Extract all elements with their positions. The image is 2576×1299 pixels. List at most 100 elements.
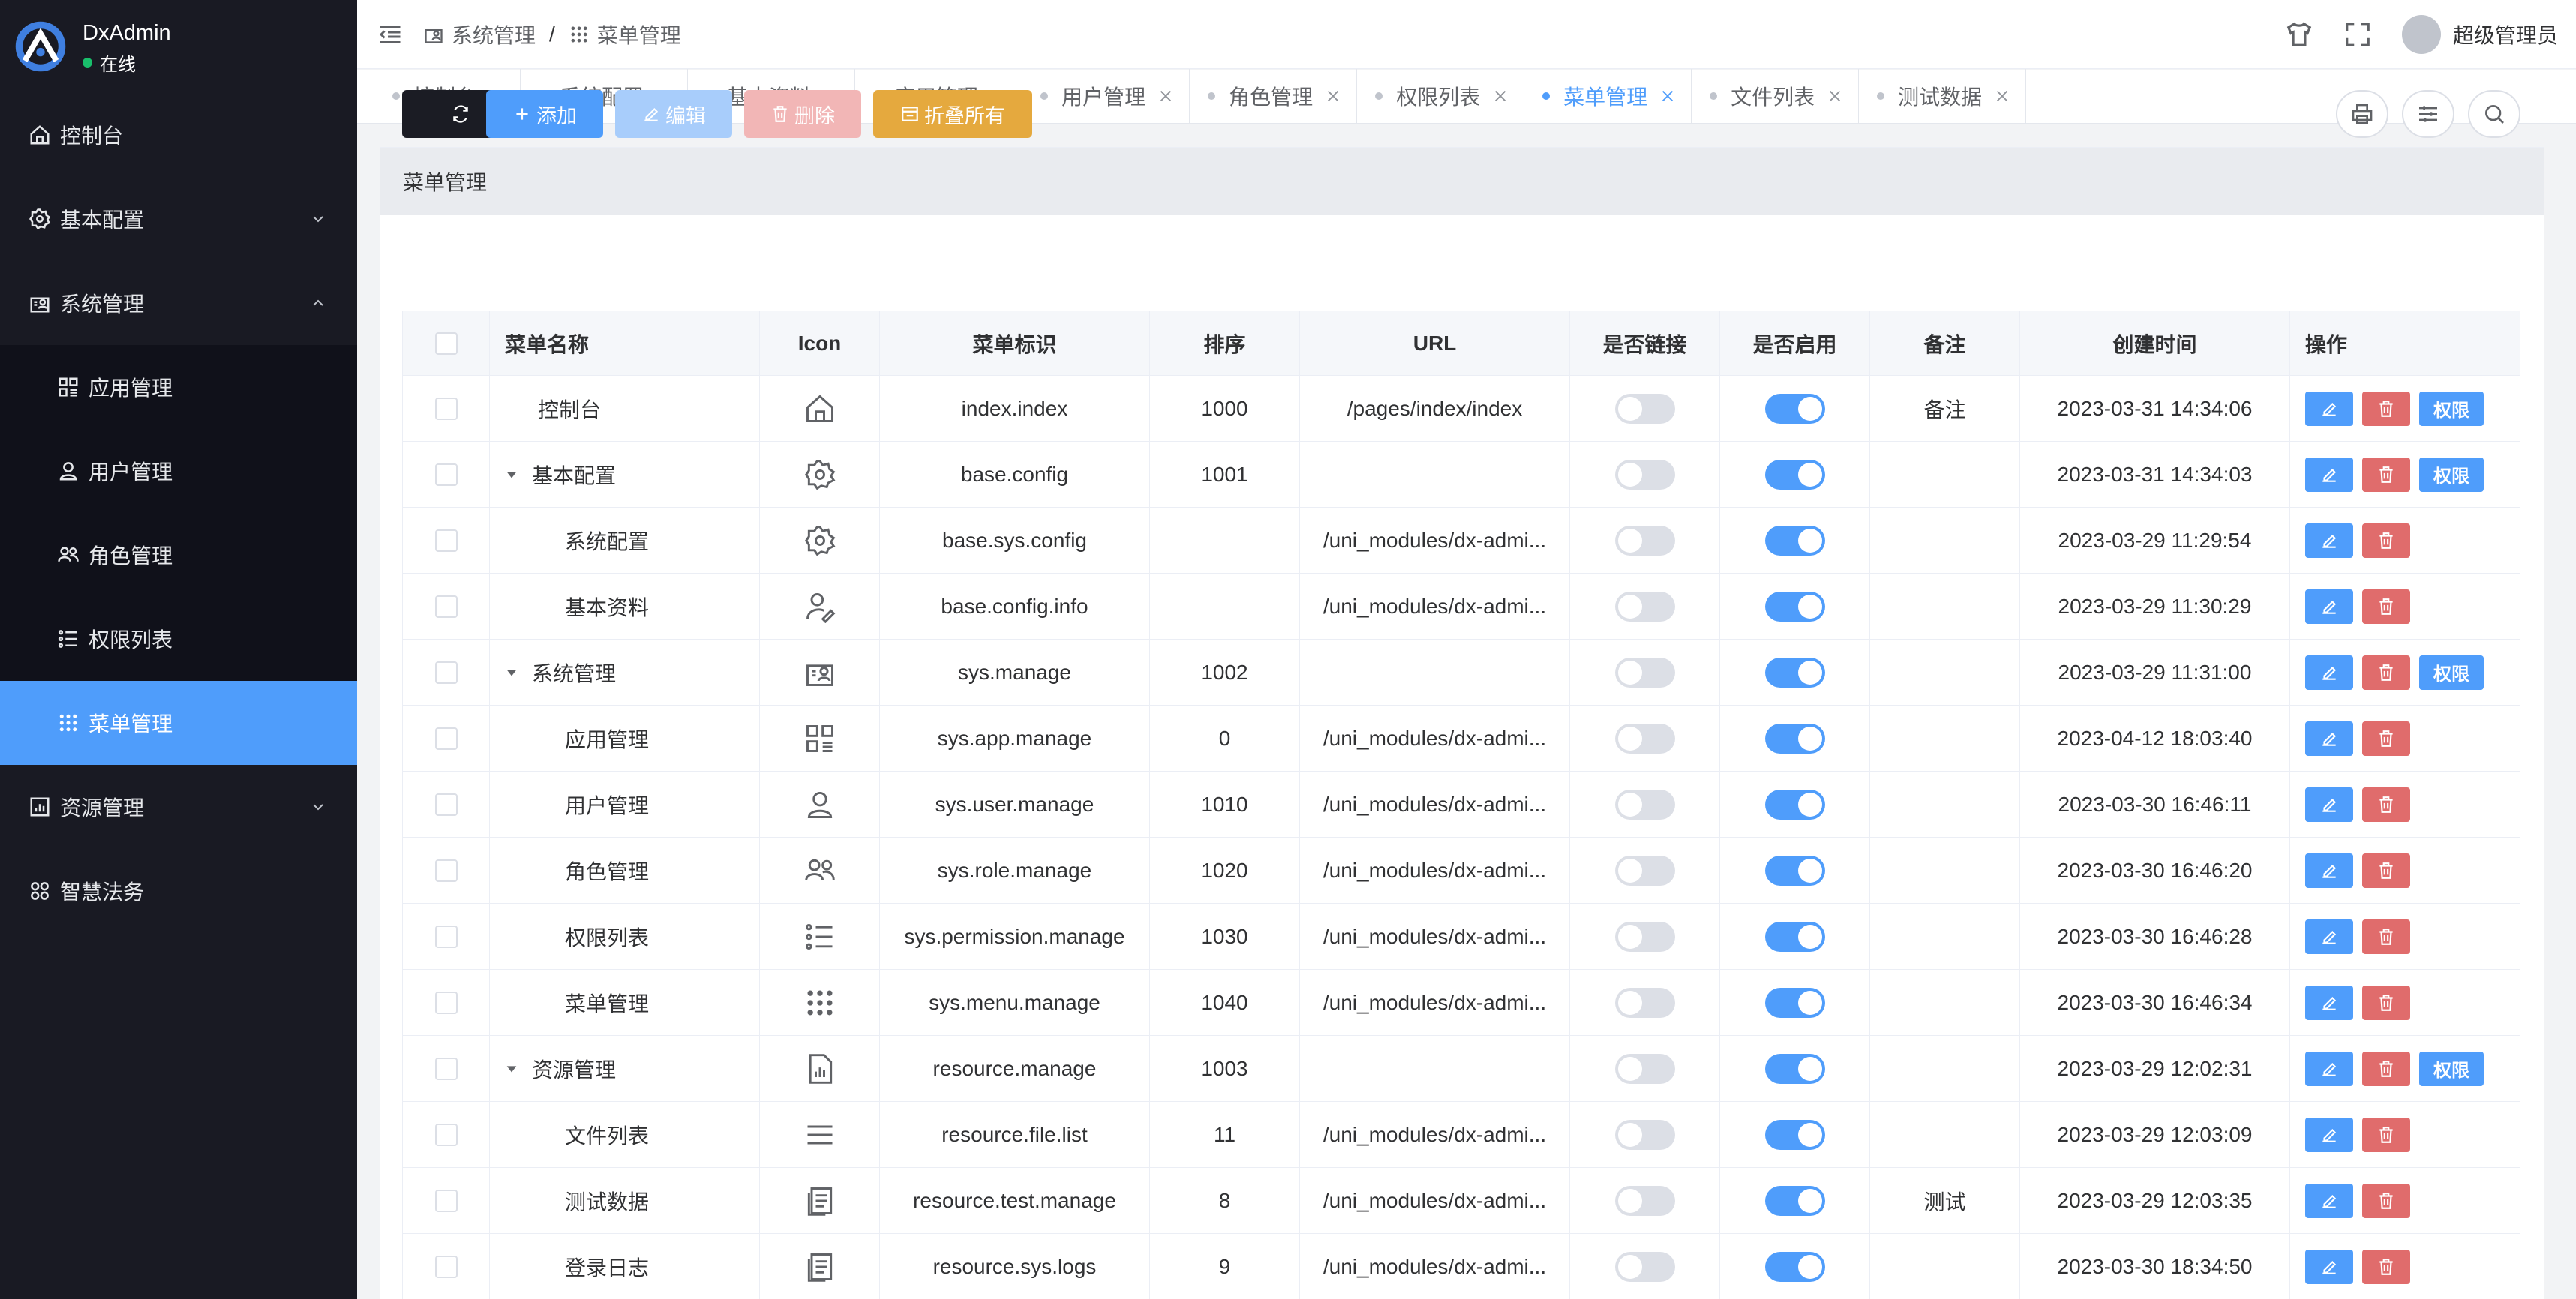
sidebar-item-role-manage[interactable]: 角色管理 [0, 513, 357, 597]
enabled-toggle[interactable] [1764, 657, 1825, 688]
close-icon[interactable] [1827, 88, 1843, 104]
close-icon[interactable] [1994, 88, 2010, 104]
delete-button[interactable]: 删除 [744, 90, 861, 138]
table-row[interactable]: 权限列表 sys.permission.manage 1030/uni_module… [403, 904, 2520, 970]
row-edit-button[interactable] [2305, 655, 2353, 690]
sidebar-item-permission-list[interactable]: 权限列表 [0, 597, 357, 681]
caret-down-icon[interactable] [505, 1062, 518, 1076]
table-row[interactable]: 系统配置 base.sys.config/uni_modules/dx-admi.… [403, 508, 2520, 574]
table-row[interactable]: 角色管理 sys.role.manage 1020/uni_modules/dx-a… [403, 838, 2520, 904]
table-row[interactable]: 控制台 index.index 1000/pages/index/index 备注 20… [403, 376, 2520, 442]
row-edit-button[interactable] [2305, 721, 2353, 756]
enabled-toggle[interactable] [1764, 1119, 1825, 1150]
row-checkbox[interactable] [434, 397, 458, 420]
add-button[interactable]: 添加 [486, 90, 603, 138]
link-toggle[interactable] [1614, 525, 1675, 556]
row-checkbox[interactable] [434, 793, 458, 816]
row-delete-button[interactable] [2362, 1117, 2410, 1152]
link-toggle[interactable] [1614, 1053, 1675, 1084]
row-edit-button[interactable] [2305, 1249, 2353, 1284]
enabled-toggle[interactable] [1764, 1251, 1825, 1282]
enabled-toggle[interactable] [1764, 393, 1825, 424]
row-delete-button[interactable] [2362, 787, 2410, 822]
row-edit-button[interactable] [2305, 787, 2353, 822]
close-icon[interactable] [1492, 88, 1509, 104]
table-row[interactable]: 用户管理 sys.user.manage 1010/uni_modules/dx-a… [403, 772, 2520, 838]
tab-item[interactable]: 角色管理 [1189, 69, 1356, 123]
close-icon[interactable] [1325, 88, 1341, 104]
row-edit-button[interactable] [2305, 457, 2353, 492]
row-delete-button[interactable] [2362, 1249, 2410, 1284]
enabled-toggle[interactable] [1764, 723, 1825, 754]
tab-item[interactable]: 测试数据 [1858, 69, 2027, 123]
column-header[interactable]: 创建时间 [2020, 311, 2290, 375]
row-delete-button[interactable] [2362, 853, 2410, 888]
tab-item[interactable]: 权限列表 [1356, 69, 1524, 123]
link-toggle[interactable] [1614, 1185, 1675, 1216]
breadcrumb-item[interactable]: 系统管理 [452, 20, 536, 50]
table-row[interactable]: 文件列表 resource.file.list 11/uni_modules/dx-… [403, 1102, 2520, 1168]
select-all-checkbox[interactable] [434, 332, 458, 355]
link-toggle[interactable] [1614, 723, 1675, 754]
row-delete-button[interactable] [2362, 457, 2410, 492]
enabled-toggle[interactable] [1764, 591, 1825, 622]
link-toggle[interactable] [1614, 921, 1675, 952]
sidebar-item-dashboard[interactable]: 控制台 [0, 93, 357, 177]
row-edit-button[interactable] [2305, 1117, 2353, 1152]
row-delete-button[interactable] [2362, 919, 2410, 954]
row-checkbox[interactable] [434, 529, 458, 552]
link-toggle[interactable] [1614, 855, 1675, 886]
sidebar-item-menu-manage[interactable]: 菜单管理 [0, 681, 357, 765]
row-delete-button[interactable] [2362, 589, 2410, 624]
fold-sidebar-icon[interactable] [377, 21, 404, 48]
close-icon[interactable] [1157, 88, 1174, 104]
column-header[interactable]: 菜单名称 [490, 311, 760, 375]
enabled-toggle[interactable] [1764, 459, 1825, 490]
row-delete-button[interactable] [2362, 721, 2410, 756]
row-checkbox[interactable] [434, 1189, 458, 1212]
row-checkbox[interactable] [434, 1255, 458, 1278]
username[interactable]: 超级管理员 [2453, 20, 2558, 50]
row-delete-button[interactable] [2362, 523, 2410, 558]
table-row[interactable]: 系统管理 sys.manage 1002 2023-03-29 11:31:00 权限 [403, 640, 2520, 706]
link-toggle[interactable] [1614, 987, 1675, 1018]
row-edit-button[interactable] [2305, 1183, 2353, 1218]
enabled-toggle[interactable] [1764, 1185, 1825, 1216]
link-toggle[interactable] [1614, 393, 1675, 424]
row-permission-button[interactable]: 权限 [2419, 457, 2484, 492]
column-header[interactable]: 菜单标识 [880, 311, 1150, 375]
tab-item[interactable]: 菜单管理 [1524, 69, 1691, 123]
row-delete-button[interactable] [2362, 1183, 2410, 1218]
column-header[interactable]: 操作 [2290, 311, 2515, 375]
link-toggle[interactable] [1614, 591, 1675, 622]
sidebar-item-resource-manage[interactable]: 资源管理 [0, 765, 357, 849]
link-toggle[interactable] [1614, 459, 1675, 490]
caret-down-icon[interactable] [505, 468, 518, 482]
search-toggle-button[interactable] [2468, 90, 2520, 138]
row-edit-button[interactable] [2305, 985, 2353, 1020]
fullscreen-icon[interactable] [2343, 20, 2372, 49]
row-delete-button[interactable] [2362, 391, 2410, 426]
print-button[interactable] [2336, 90, 2388, 138]
row-edit-button[interactable] [2305, 1051, 2353, 1086]
row-permission-button[interactable]: 权限 [2419, 391, 2484, 426]
enabled-toggle[interactable] [1764, 525, 1825, 556]
row-checkbox[interactable] [434, 925, 458, 948]
column-header[interactable]: 是否链接 [1570, 311, 1720, 375]
sidebar-item-smart-legal[interactable]: 智慧法务 [0, 849, 357, 933]
caret-down-icon[interactable] [505, 666, 518, 680]
edit-button[interactable]: 编辑 [615, 90, 732, 138]
columns-filter-button[interactable] [2402, 90, 2454, 138]
table-row[interactable]: 菜单管理 sys.menu.manage 1040/uni_modules/dx-a… [403, 970, 2520, 1036]
tab-item[interactable]: 文件列表 [1691, 69, 1858, 123]
row-permission-button[interactable]: 权限 [2419, 655, 2484, 690]
table-row[interactable]: 登录日志 resource.sys.logs 9/uni_modules/dx-ad… [403, 1234, 2520, 1299]
collapse-all-button[interactable]: 折叠所有 [873, 90, 1032, 138]
sidebar-item-app-manage[interactable]: 应用管理 [0, 345, 357, 429]
row-delete-button[interactable] [2362, 985, 2410, 1020]
enabled-toggle[interactable] [1764, 789, 1825, 820]
sidebar-item-sys-manage[interactable]: 系统管理 [0, 261, 357, 345]
row-delete-button[interactable] [2362, 1051, 2410, 1086]
row-edit-button[interactable] [2305, 853, 2353, 888]
table-row[interactable]: 基本资料 base.config.info/uni_modules/dx-admi… [403, 574, 2520, 640]
